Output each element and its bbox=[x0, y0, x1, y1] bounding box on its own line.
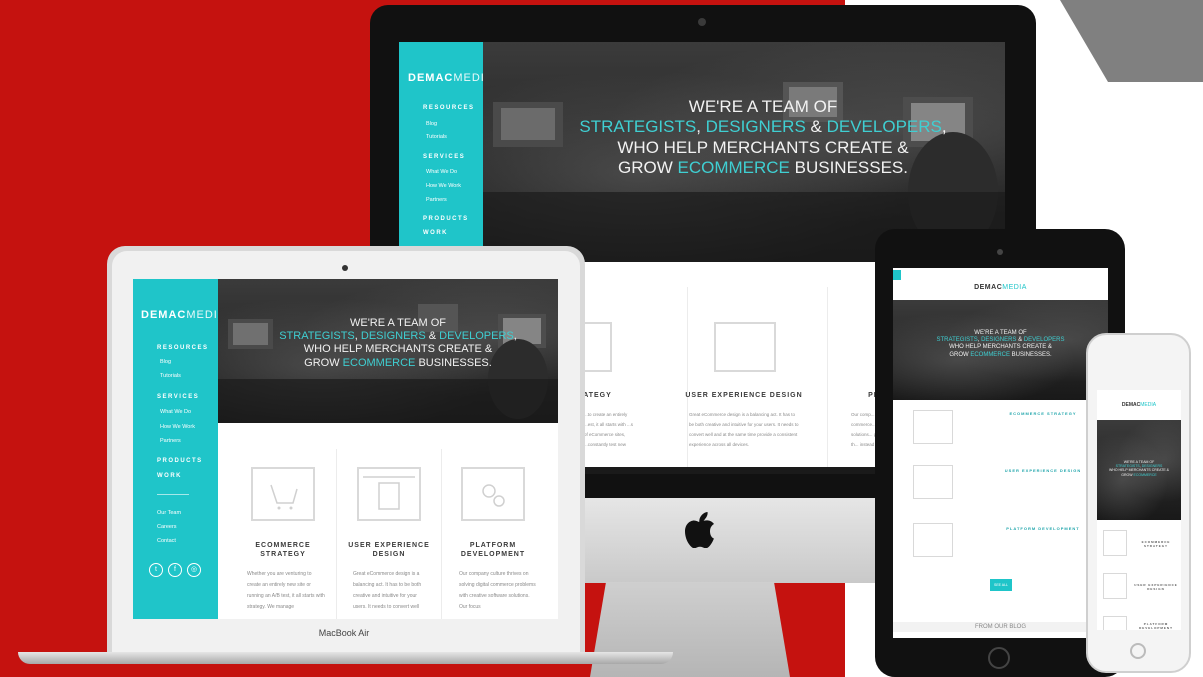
macbook-nav-how-we-work[interactable]: How We Work bbox=[160, 424, 195, 430]
twitter-icon[interactable]: t bbox=[149, 563, 163, 577]
showcase-stage: DEMACMEDIA RESOURCES Blog Tutorials SERV… bbox=[0, 0, 1203, 677]
imac-nav-how-we-work[interactable]: How We Work bbox=[426, 183, 461, 189]
imac-divider-2 bbox=[827, 287, 828, 467]
macbook-ux-text: Great eCommerce design is a balancing ac… bbox=[353, 571, 422, 610]
imac-nav-products[interactable]: PRODUCTS bbox=[423, 216, 469, 222]
macbook-sidebar: DEMACMEDIA RESOURCES Blog Tutorials SERV… bbox=[133, 279, 225, 619]
macbook-camera bbox=[342, 265, 348, 271]
instagram-icon[interactable]: ◎ bbox=[187, 563, 201, 577]
imac-sidebar: DEMACMEDIA RESOURCES Blog Tutorials SERV… bbox=[399, 42, 492, 262]
macbook-nav-contact[interactable]: Contact bbox=[157, 538, 176, 544]
apple-logo-icon bbox=[685, 512, 715, 558]
macbook-logo[interactable]: DEMACMEDIA bbox=[141, 309, 226, 321]
gears-icon bbox=[461, 467, 525, 521]
macbook-base bbox=[18, 652, 673, 664]
ipad-logo[interactable]: DEMACMEDIA bbox=[893, 284, 1108, 291]
imac-nav-resources[interactable]: RESOURCES bbox=[423, 105, 475, 111]
macbook-nav-services[interactable]: SERVICES bbox=[157, 394, 199, 400]
macbook-ecommerce-text: Whether you are venturing to create an e… bbox=[247, 571, 325, 610]
ipad-browser-icon bbox=[913, 465, 953, 499]
imac-divider-1 bbox=[687, 287, 688, 467]
cart-icon bbox=[251, 467, 315, 521]
imac-camera bbox=[698, 18, 706, 26]
macbook-hero: WE'RE A TEAM OF STRATEGISTS, DESIGNERS &… bbox=[218, 279, 558, 423]
browser-icon bbox=[357, 467, 421, 521]
macbook-nav-blog[interactable]: Blog bbox=[160, 359, 171, 365]
imac-ux-text: Great eCommerce design is a balancing ac… bbox=[689, 412, 799, 447]
macbook-nav-products[interactable]: PRODUCTS bbox=[157, 458, 203, 464]
macbook-hero-text: WE'RE A TEAM OF STRATEGISTS, DESIGNERS &… bbox=[279, 317, 517, 369]
imac-ux-title: USER EXPERIENCE DESIGN bbox=[685, 392, 803, 399]
iphone-ux-title: USER EXPERIENCE DESIGN bbox=[1134, 583, 1178, 591]
macbook-nav-what-we-do[interactable]: What We Do bbox=[160, 409, 191, 415]
menu-icon[interactable] bbox=[893, 270, 901, 280]
macbook-nav-tutorials[interactable]: Tutorials bbox=[160, 373, 181, 379]
imac-nav-partners[interactable]: Partners bbox=[426, 197, 447, 203]
macbook-label: MacBook Air bbox=[318, 628, 370, 638]
ipad-hero-text: WE'RE A TEAM OF STRATEGISTS, DESIGNERS &… bbox=[936, 330, 1065, 358]
ipad-camera bbox=[997, 249, 1003, 255]
macbook-nav-our-team[interactable]: Our Team bbox=[157, 510, 181, 516]
ipad-ux-title: USER EXPERIENCE DESIGN bbox=[1004, 468, 1082, 473]
ipad-cart-icon bbox=[913, 410, 953, 444]
ipad-gears-icon bbox=[913, 523, 953, 557]
imac-nav-tutorials[interactable]: Tutorials bbox=[426, 134, 447, 140]
iphone-logo[interactable]: DEMACMEDIA bbox=[1097, 402, 1181, 408]
iphone-gears-icon bbox=[1103, 616, 1127, 630]
imac-logo[interactable]: DEMACMEDIA bbox=[408, 72, 493, 84]
macbook-nav-resources[interactable]: RESOURCES bbox=[157, 345, 209, 351]
ipad-home-button[interactable] bbox=[988, 647, 1010, 669]
ipad-see-all-button[interactable]: SEE ALL bbox=[990, 579, 1012, 591]
ipad-hero: WE'RE A TEAM OF STRATEGISTS, DESIGNERS &… bbox=[893, 300, 1108, 400]
ipad-platform-title: PLATFORM DEVELOPMENT bbox=[1006, 526, 1080, 531]
ipad-screen: DEMACMEDIA WE'RE A TEAM OF STRATEGISTS, … bbox=[893, 268, 1108, 638]
iphone-hero: WE'RE A TEAM OF STRATEGISTS, DESIGNERS W… bbox=[1097, 420, 1181, 520]
macbook-divider-2 bbox=[441, 449, 442, 619]
macbook-nav-work[interactable]: WORK bbox=[157, 473, 182, 479]
imac-browser-icon bbox=[714, 322, 776, 372]
macbook-nav-partners[interactable]: Partners bbox=[160, 438, 181, 444]
imac-nav-services[interactable]: SERVICES bbox=[423, 154, 465, 160]
iphone-platform-title: PLATFORM DEVELOPMENT bbox=[1139, 622, 1173, 630]
macbook-divider-1 bbox=[336, 449, 337, 619]
iphone-hero-text: WE'RE A TEAM OF STRATEGISTS, DESIGNERS W… bbox=[1109, 460, 1169, 477]
iphone-cart-icon bbox=[1103, 530, 1127, 556]
macbook-platform-title: PLATFORM DEVELOPMENT bbox=[460, 542, 526, 558]
iphone-screen: DEMACMEDIA WE'RE A TEAM OF STRATEGISTS, … bbox=[1097, 390, 1181, 630]
imac-nav-work[interactable]: WORK bbox=[423, 230, 448, 236]
macbook-sidebar-divider bbox=[157, 494, 189, 495]
macbook-ecommerce-title: ECOMMERCE STRATEGY bbox=[255, 542, 311, 558]
iphone-browser-icon bbox=[1103, 573, 1127, 599]
imac-strategy-text: ...to create an entirely ...est, it all … bbox=[584, 412, 634, 447]
imac-hero-text: WE'RE A TEAM OF STRATEGISTS, DESIGNERS &… bbox=[579, 97, 947, 178]
macbook-screen: DEMACMEDIA RESOURCES Blog Tutorials SERV… bbox=[133, 279, 558, 619]
macbook-nav-careers[interactable]: Careers bbox=[157, 524, 177, 530]
iphone-home-button[interactable] bbox=[1130, 643, 1146, 659]
iphone-ecommerce-title: ECOMMERCE STRATEGY bbox=[1141, 540, 1171, 548]
ipad-from-blog: FROM OUR BLOG bbox=[893, 622, 1108, 632]
macbook-ux-title: USER EXPERIENCE DESIGN bbox=[348, 542, 430, 558]
facebook-icon[interactable]: f bbox=[168, 563, 182, 577]
macbook-platform-text: Our company culture thrives on solving d… bbox=[459, 571, 536, 610]
imac-nav-blog[interactable]: Blog bbox=[426, 121, 437, 127]
ipad-ecommerce-title: ECOMMERCE STRATEGY bbox=[1009, 411, 1077, 416]
imac-nav-what-we-do[interactable]: What We Do bbox=[426, 169, 457, 175]
